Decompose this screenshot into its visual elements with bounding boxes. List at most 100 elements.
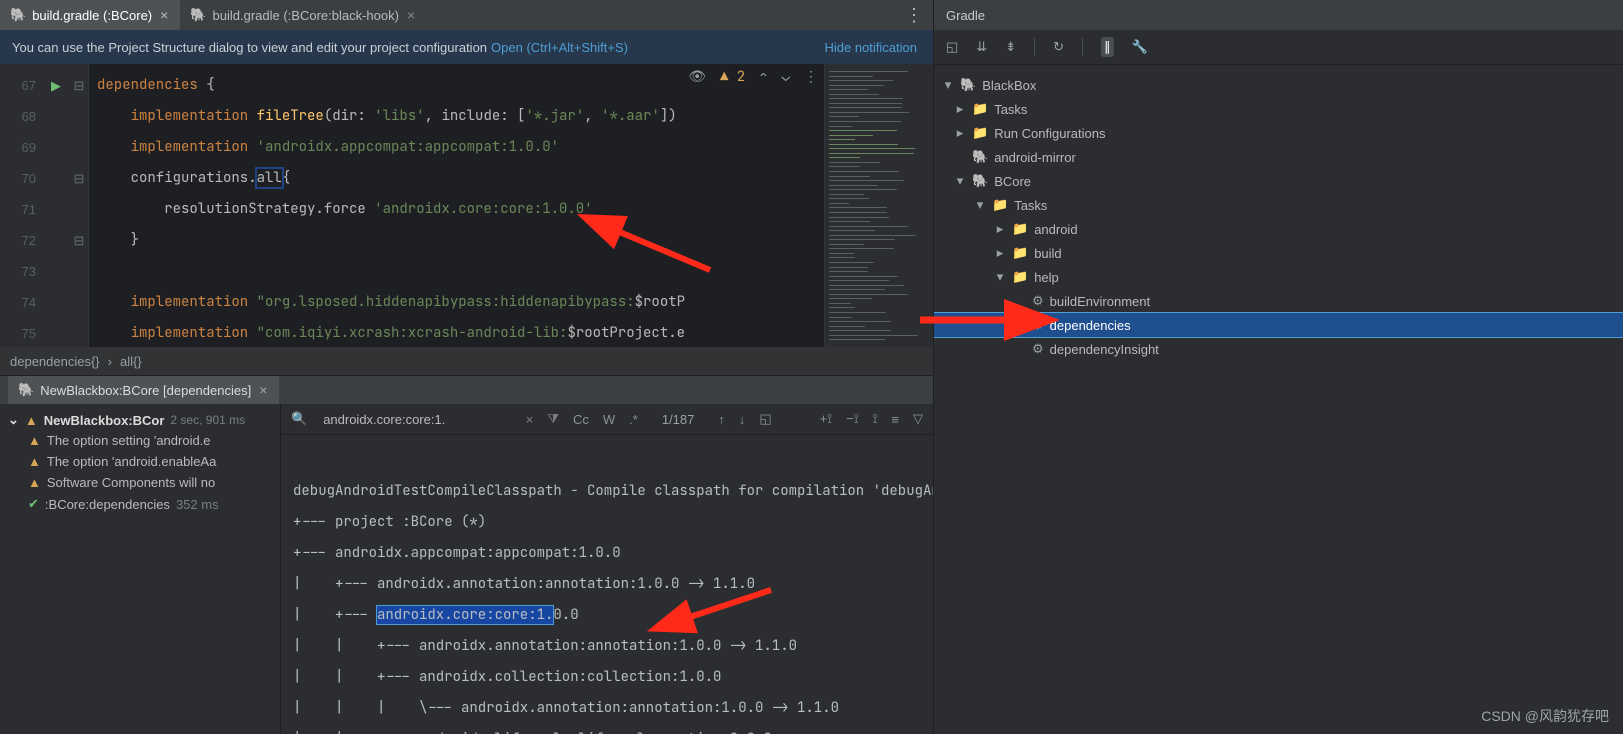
gradle-node[interactable]: 🐘android-mirror: [934, 145, 1623, 169]
chevron-icon[interactable]: ▸: [994, 221, 1006, 237]
chevron-icon[interactable]: ▾: [974, 197, 986, 213]
clear-search-icon[interactable]: ×: [526, 412, 534, 427]
gradle-node[interactable]: ▾🐘BlackBox: [934, 73, 1623, 97]
console-line[interactable]: +--- project :BCore (*): [293, 507, 921, 538]
editor-minimap[interactable]: [824, 64, 933, 347]
chevron-icon[interactable]: ▸: [954, 125, 966, 141]
gradle-node[interactable]: ▾🐘BCore: [934, 169, 1623, 193]
console-line[interactable]: | | +--- androidx.lifecycle:lifecycle-ru…: [293, 724, 921, 734]
gradle-download-icon[interactable]: ⇟: [1005, 39, 1016, 55]
settings-icon[interactable]: ≡: [891, 412, 899, 427]
gradle-execute-icon[interactable]: ↻: [1053, 39, 1064, 55]
console-search-bar: 🔍 × ⧩ Cc W .* 1/187 ↑ ↓ ◱: [281, 404, 933, 435]
warning-text[interactable]: The option setting 'android.e: [47, 433, 211, 448]
banner-open-link[interactable]: Open (Ctrl+Alt+Shift+S): [491, 40, 628, 55]
close-icon[interactable]: ×: [405, 8, 417, 22]
match-case-icon[interactable]: Cc: [573, 412, 589, 427]
console-line[interactable]: [293, 445, 921, 476]
code-area[interactable]: 👁 ▲ 2 ⌃ ⌄ ⋮ dependencies { implementatio…: [89, 64, 824, 347]
reader-mode-icon[interactable]: 👁: [688, 68, 706, 86]
editor-breadcrumbs[interactable]: dependencies{} › all{}: [0, 347, 933, 375]
select-occurrences-icon[interactable]: ⟟: [873, 411, 878, 427]
filter-icon[interactable]: ⧩: [547, 411, 559, 427]
gradle-tool-window: Gradle ◱ ⇊ ⇟ ↻ ∥ 🔧 ▾🐘BlackBox▸📁Tasks▸📁Ru…: [933, 0, 1623, 734]
gradle-node[interactable]: ⚙ buildEnvironment: [934, 289, 1623, 313]
console-line[interactable]: | | +--- androidx.collection:collection:…: [293, 662, 921, 693]
folder-icon: 📁: [1012, 269, 1028, 285]
code-line[interactable]: implementation fileTree(dir: 'libs', inc…: [89, 101, 824, 132]
tabs-overflow-icon[interactable]: ⋮: [895, 5, 933, 26]
console-line[interactable]: debugAndroidTestCompileClasspath - Compi…: [293, 476, 921, 507]
select-all-icon[interactable]: ◱: [759, 411, 771, 427]
match-count: 1/187: [662, 412, 695, 427]
elephant-icon: 🐘: [10, 7, 26, 23]
gradle-node[interactable]: ⚙dependencies: [934, 313, 1623, 337]
code-line[interactable]: }: [89, 225, 824, 256]
gradle-tree[interactable]: ▾🐘BlackBox▸📁Tasks▸📁Run Configurations🐘an…: [934, 65, 1623, 734]
editor-tab[interactable]: 🐘build.gradle (:BCore)×: [0, 0, 180, 30]
code-line[interactable]: implementation "org.lsposed.hiddenapibyp…: [89, 287, 824, 318]
gradle-offline-icon[interactable]: ∥: [1101, 37, 1114, 57]
code-line[interactable]: implementation 'androidx.appcompat:appco…: [89, 132, 824, 163]
warning-text[interactable]: Software Components will no: [47, 475, 215, 490]
console-line[interactable]: | | | \--- androidx.annotation:annotatio…: [293, 693, 921, 724]
chevron-down-icon[interactable]: ⌄: [8, 412, 19, 428]
run-tool-window: 🐘 NewBlackbox:BCore [dependencies] × ⌄ ▲…: [0, 375, 933, 734]
search-icon: 🔍: [291, 411, 307, 427]
gradle-node[interactable]: ▾📁help: [934, 265, 1623, 289]
warnings-badge[interactable]: ▲ 2: [720, 68, 745, 86]
gear-icon: ⚙: [1032, 293, 1044, 309]
whole-word-icon[interactable]: W: [603, 412, 615, 427]
run-gutter-icon[interactable]: ▶: [51, 78, 61, 94]
chevron-icon[interactable]: ▸: [954, 101, 966, 117]
gradle-attach-icon[interactable]: ⇊: [976, 39, 987, 55]
filter-results-icon[interactable]: ▽: [913, 411, 923, 427]
folder-icon: 📁: [1012, 221, 1028, 237]
code-editor[interactable]: 676869707172737475 ▶ ⊟⊟⊟ 👁 ▲ 2 ⌃ ⌄ ⋮ dep…: [0, 64, 933, 347]
console-line[interactable]: +--- androidx.appcompat:appcompat:1.0.0: [293, 538, 921, 569]
prev-match-icon[interactable]: ↑: [718, 412, 725, 427]
next-match-icon[interactable]: ↓: [739, 412, 746, 427]
crumb[interactable]: all{}: [120, 354, 142, 369]
gradle-toolbar: ◱ ⇊ ⇟ ↻ ∥ 🔧: [934, 30, 1623, 65]
console-line[interactable]: | | +--- androidx.annotation:annotation:…: [293, 631, 921, 662]
console-output[interactable]: debugAndroidTestCompileClasspath - Compi…: [281, 435, 933, 734]
editor-tab[interactable]: 🐘build.gradle (:BCore:black-hook)×: [180, 0, 427, 30]
crumb[interactable]: dependencies{}: [10, 354, 100, 369]
gradle-node[interactable]: ▸📁build: [934, 241, 1623, 265]
gradle-node-label: buildEnvironment: [1050, 294, 1150, 309]
banner-hide-link[interactable]: Hide notification: [825, 40, 918, 55]
folder-icon: 📁: [972, 125, 988, 141]
run-tab[interactable]: 🐘 NewBlackbox:BCore [dependencies] ×: [8, 376, 279, 404]
chevron-icon[interactable]: ▾: [954, 173, 966, 189]
next-highlight-icon[interactable]: ⌄: [782, 68, 790, 86]
gradle-node[interactable]: ▸📁android: [934, 217, 1623, 241]
code-line[interactable]: [89, 256, 824, 287]
close-icon[interactable]: ×: [257, 383, 269, 397]
console-line[interactable]: | +--- androidx.annotation:annotation:1.…: [293, 569, 921, 600]
chevron-icon[interactable]: ▾: [942, 77, 954, 93]
console-line[interactable]: | +--- androidx.core:core:1.0.0: [293, 600, 921, 631]
close-icon[interactable]: ×: [158, 8, 170, 22]
run-task-tree[interactable]: ⌄ ▲ NewBlackbox:BCor 2 sec, 901 ms ▲The …: [0, 404, 281, 734]
chevron-icon[interactable]: ▾: [994, 269, 1006, 285]
chevron-icon[interactable]: ▸: [994, 245, 1006, 261]
gradle-node[interactable]: ▸📁Run Configurations: [934, 121, 1623, 145]
console-search-input[interactable]: [321, 411, 512, 428]
watermark: CSDN @风韵犹存吧: [1481, 706, 1609, 726]
add-selection-icon[interactable]: +⟟: [820, 411, 832, 427]
task-success-label: :BCore:dependencies: [45, 497, 170, 512]
code-line[interactable]: resolutionStrategy.force 'androidx.core:…: [89, 194, 824, 225]
gradle-node[interactable]: ▸📁Tasks: [934, 97, 1623, 121]
gradle-node[interactable]: ▾📁Tasks: [934, 193, 1623, 217]
remove-selection-icon[interactable]: −⟟: [846, 411, 858, 427]
inspection-menu-icon[interactable]: ⋮: [804, 68, 818, 86]
gradle-node[interactable]: ⚙dependencyInsight: [934, 337, 1623, 361]
regex-icon[interactable]: .*: [629, 412, 638, 427]
gradle-refresh-icon[interactable]: ◱: [946, 39, 958, 55]
gradle-settings-icon[interactable]: 🔧: [1132, 39, 1148, 55]
prev-highlight-icon[interactable]: ⌃: [759, 68, 767, 86]
code-line[interactable]: implementation "com.iqiyi.xcrash:xcrash-…: [89, 318, 824, 347]
warning-text[interactable]: The option 'android.enableAa: [47, 454, 216, 469]
code-line[interactable]: configurations.all{: [89, 163, 824, 194]
